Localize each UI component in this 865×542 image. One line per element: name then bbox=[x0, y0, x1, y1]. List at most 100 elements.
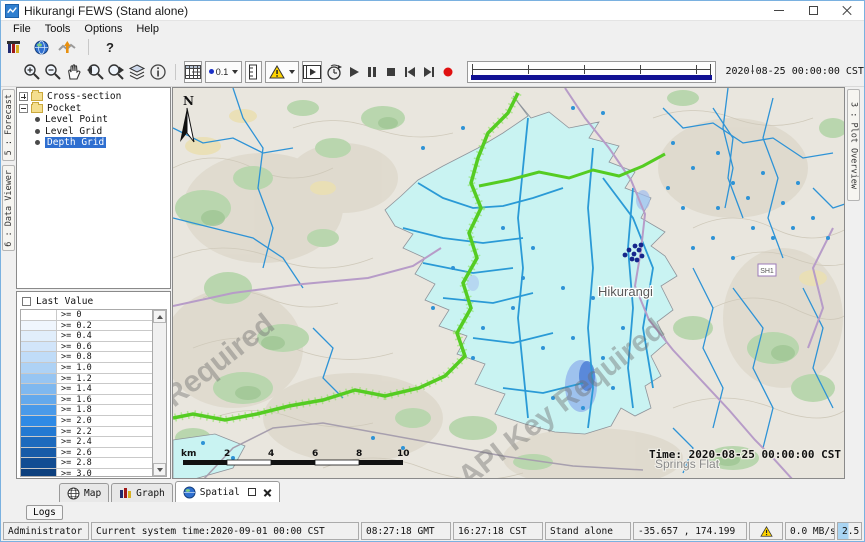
ruler-icon[interactable] bbox=[245, 61, 261, 83]
legend-value: >= 1.0 bbox=[57, 363, 92, 373]
status-user: Administrator bbox=[3, 522, 89, 540]
legend-row[interactable]: >= 1.0 bbox=[21, 363, 152, 374]
maximize-button[interactable] bbox=[796, 1, 830, 20]
tab-spatial[interactable]: Spatial bbox=[175, 481, 280, 502]
step-forward-icon[interactable] bbox=[421, 61, 437, 83]
step-back-icon[interactable] bbox=[402, 61, 418, 83]
legend-row[interactable]: >= 3.0 bbox=[21, 469, 152, 477]
tab-forecast[interactable]: 5 : Forecast bbox=[2, 89, 15, 161]
class-break-dot-icon bbox=[209, 69, 214, 74]
close-button[interactable] bbox=[830, 1, 864, 20]
tab-plot-overview[interactable]: 3 : Plot Overview bbox=[847, 89, 860, 201]
map-viewport[interactable]: "" bbox=[172, 87, 845, 479]
play-icon[interactable] bbox=[346, 61, 362, 83]
legend-color-swatch bbox=[21, 395, 57, 405]
zoom-next-icon[interactable] bbox=[107, 61, 125, 83]
class-break-dropdown[interactable]: 0.1 bbox=[205, 61, 243, 83]
grid-icon[interactable] bbox=[184, 61, 202, 83]
layer-tree: Cross-section Pocket Level Point Level G… bbox=[16, 87, 171, 289]
class-break-value: 0.1 bbox=[216, 67, 229, 77]
data-viewer-panel: Cross-section Pocket Level Point Level G… bbox=[16, 87, 172, 479]
tab-data-viewer[interactable]: 6 : Data Viewer bbox=[2, 165, 15, 251]
window-title: Hikurangi FEWS (Stand alone) bbox=[24, 4, 188, 18]
info-icon[interactable] bbox=[149, 61, 167, 83]
tree-item-cross-section[interactable]: Cross-section bbox=[19, 91, 168, 103]
tree-item-level-grid[interactable]: Level Grid bbox=[33, 126, 168, 138]
legend-row[interactable]: >= 1.6 bbox=[21, 395, 152, 406]
legend-row[interactable]: >= 1.4 bbox=[21, 384, 152, 395]
legend-color-swatch bbox=[21, 321, 57, 331]
tree-item-level-point[interactable]: Level Point bbox=[33, 114, 168, 126]
legend-value: >= 2.4 bbox=[57, 437, 92, 447]
record-icon[interactable] bbox=[440, 61, 456, 83]
profile-scale-icon[interactable] bbox=[57, 38, 77, 56]
stop-icon[interactable] bbox=[383, 61, 399, 83]
legend-color-swatch bbox=[21, 363, 57, 373]
scroll-up-icon[interactable] bbox=[153, 310, 166, 323]
menu-tools[interactable]: Tools bbox=[38, 22, 78, 36]
layers-icon[interactable] bbox=[128, 61, 146, 83]
last-value-label: Last Value bbox=[36, 296, 93, 307]
menu-file[interactable]: File bbox=[6, 22, 38, 36]
app-logo-icon bbox=[5, 4, 19, 18]
legend-value: >= 0.4 bbox=[57, 331, 92, 341]
legend-row[interactable]: >= 2.6 bbox=[21, 448, 152, 459]
chevron-down-icon bbox=[232, 70, 238, 74]
status-warning-icon[interactable] bbox=[749, 522, 783, 540]
scroll-down-icon[interactable] bbox=[153, 463, 166, 476]
right-tab-strip: 3 : Plot Overview bbox=[845, 87, 864, 479]
application-window: Hikurangi FEWS (Stand alone) File Tools … bbox=[0, 0, 865, 542]
expand-icon[interactable] bbox=[19, 92, 28, 101]
legend-row[interactable]: >= 0.4 bbox=[21, 331, 152, 342]
minimize-button[interactable] bbox=[762, 1, 796, 20]
legend-row[interactable]: >= 2.0 bbox=[21, 416, 152, 427]
zoom-in-icon[interactable] bbox=[23, 61, 41, 83]
legend-value: >= 3.0 bbox=[57, 469, 92, 477]
node-bullet-icon bbox=[35, 117, 40, 122]
town-label: Hikurangi bbox=[598, 284, 653, 299]
left-tab-strip: 5 : Forecast 6 : Data Viewer bbox=[1, 87, 16, 479]
legend-row[interactable]: >= 2.8 bbox=[21, 458, 152, 469]
collapse-icon[interactable] bbox=[19, 104, 28, 113]
zoom-previous-icon[interactable] bbox=[86, 61, 104, 83]
timeline-slider[interactable] bbox=[467, 61, 717, 83]
zoom-out-icon[interactable] bbox=[44, 61, 62, 83]
tab-graph[interactable]: Graph bbox=[111, 483, 173, 502]
tree-item-pocket[interactable]: Pocket bbox=[19, 103, 168, 115]
legend-value: >= 2.6 bbox=[57, 448, 92, 458]
menu-options[interactable]: Options bbox=[77, 22, 129, 36]
help-icon[interactable]: ? bbox=[100, 38, 120, 56]
legend-value: >= 1.4 bbox=[57, 384, 92, 394]
tab-map[interactable]: Map bbox=[59, 483, 109, 502]
legend-row[interactable]: >= 2.4 bbox=[21, 437, 152, 448]
last-value-checkbox[interactable] bbox=[22, 297, 31, 306]
legend-row[interactable]: >= 2.2 bbox=[21, 427, 152, 438]
legend-row[interactable]: >= 0.6 bbox=[21, 342, 152, 353]
globe-icon[interactable] bbox=[31, 38, 51, 56]
pause-icon[interactable] bbox=[365, 61, 381, 83]
animate-icon[interactable] bbox=[325, 61, 343, 83]
tree-item-depth-grid[interactable]: Depth Grid bbox=[33, 137, 168, 149]
svg-text:N: N bbox=[183, 94, 194, 108]
menu-help[interactable]: Help bbox=[129, 22, 166, 36]
warning-dropdown[interactable] bbox=[265, 61, 299, 83]
tab-close-icon[interactable] bbox=[263, 488, 272, 497]
folder-icon bbox=[31, 104, 43, 113]
database-archive-icon[interactable] bbox=[5, 38, 25, 56]
legend-row[interactable]: >= 1.8 bbox=[21, 405, 152, 416]
legend-scrollbar[interactable] bbox=[152, 310, 166, 476]
status-bar: Administrator Current system time:2020-0… bbox=[1, 521, 864, 541]
legend-row[interactable]: >= 0 bbox=[21, 310, 152, 321]
legend-value: >= 1.6 bbox=[57, 395, 92, 405]
globe-icon bbox=[183, 486, 196, 499]
timeline-progress-bar bbox=[471, 75, 713, 80]
logs-button[interactable]: Logs bbox=[26, 505, 63, 520]
movie-icon[interactable] bbox=[302, 61, 322, 83]
legend-panel: Last Value >= 0>= 0.2>= 0.4>= 0.6>= 0.8>… bbox=[16, 291, 171, 479]
legend-row[interactable]: >= 0.2 bbox=[21, 321, 152, 332]
last-value-row[interactable]: Last Value bbox=[20, 294, 167, 309]
legend-row[interactable]: >= 0.8 bbox=[21, 352, 152, 363]
legend-row[interactable]: >= 1.2 bbox=[21, 374, 152, 385]
pan-hand-icon[interactable] bbox=[65, 61, 83, 83]
tab-maximize-icon[interactable] bbox=[248, 488, 256, 496]
